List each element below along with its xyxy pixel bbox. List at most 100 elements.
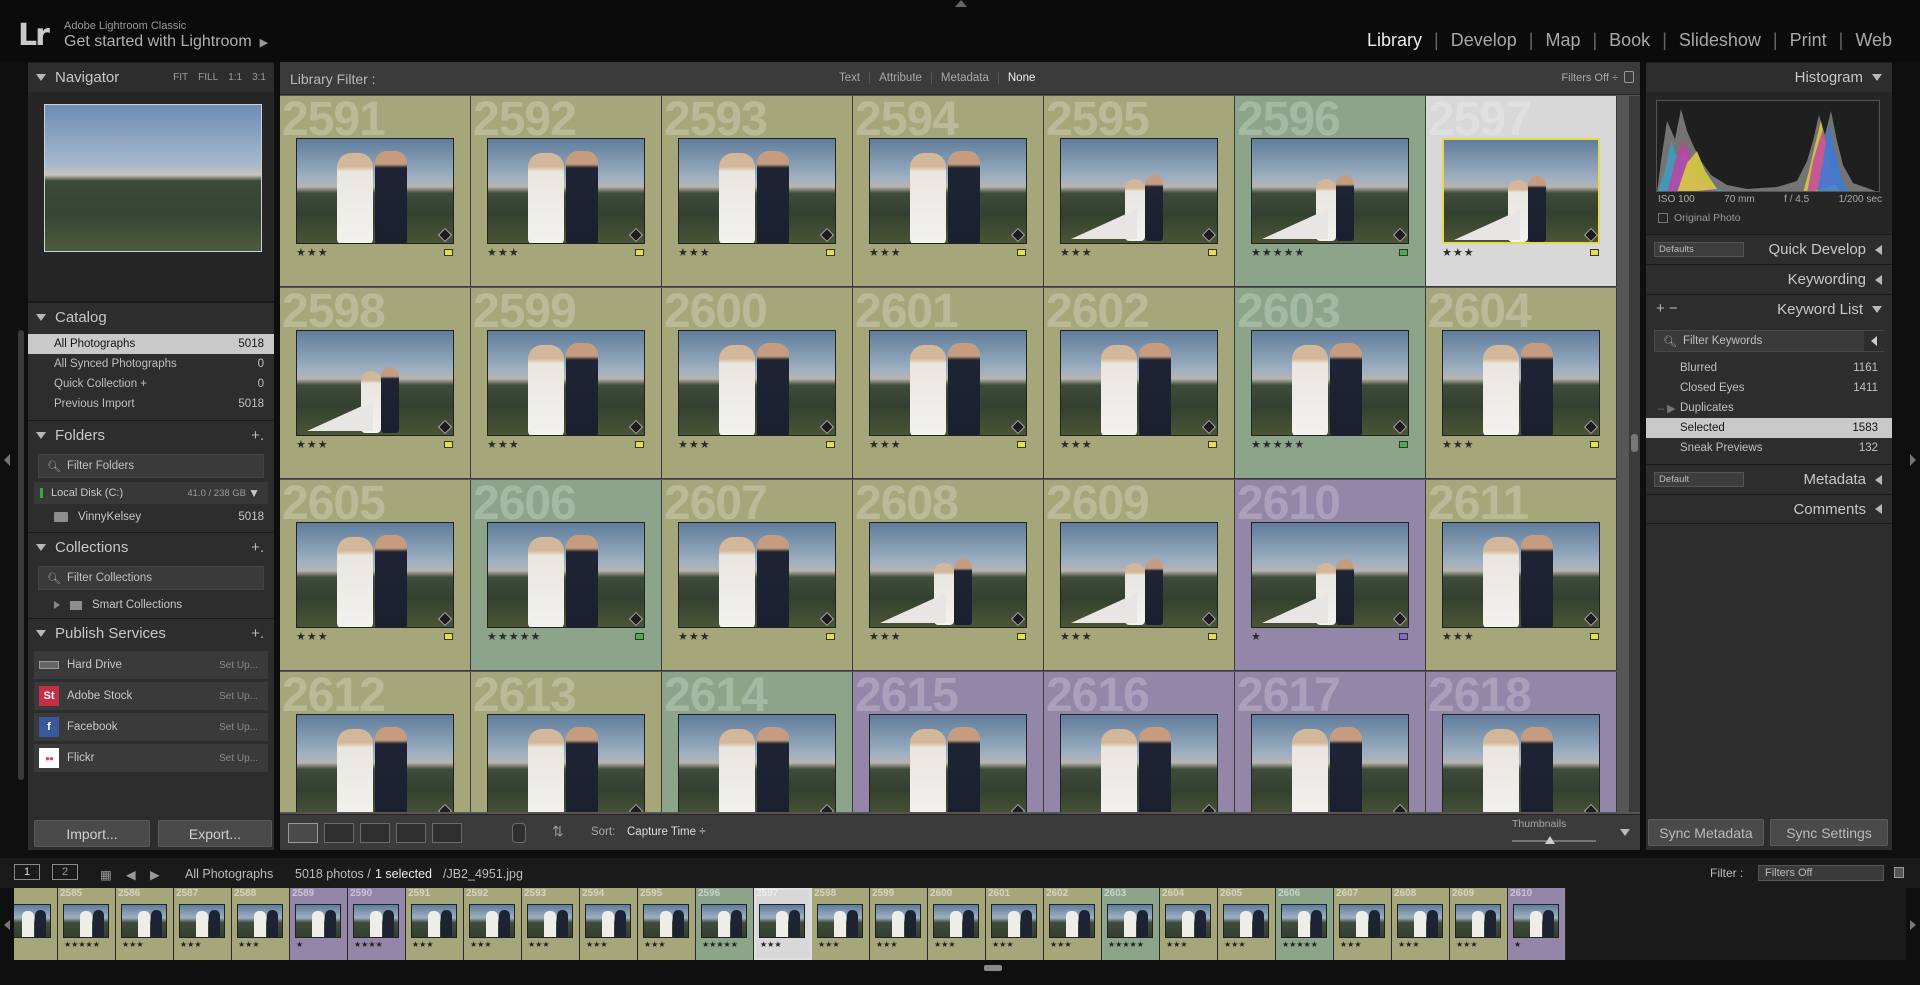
photo-thumbnail[interactable]: [1251, 714, 1409, 812]
filmstrip-cell[interactable]: 2586 ★★★: [116, 888, 174, 960]
original-photo-toggle[interactable]: Original Photo: [1658, 212, 1741, 224]
filmstrip-thumbnail[interactable]: [933, 904, 979, 938]
module-slideshow[interactable]: Slideshow: [1667, 30, 1773, 51]
catalog-header[interactable]: Catalog: [28, 302, 274, 332]
photo-thumbnail[interactable]: [487, 522, 645, 628]
histogram-header[interactable]: Histogram: [1646, 62, 1892, 92]
star-rating[interactable]: ★★★: [296, 246, 329, 259]
collection-item-smart-collections[interactable]: Smart Collections: [28, 594, 274, 616]
grid-cell[interactable]: 2607 ★★★: [662, 480, 853, 671]
filmstrip-thumbnail[interactable]: [121, 904, 167, 938]
catalog-item[interactable]: Quick Collection + 0: [28, 374, 274, 394]
grid-cell[interactable]: 2602 ★★★: [1044, 288, 1235, 479]
star-rating[interactable]: ★★★: [1442, 630, 1475, 643]
sync-metadata-button[interactable]: Sync Metadata: [1648, 819, 1764, 846]
grid-cell[interactable]: 2613: [471, 672, 662, 812]
photo-thumbnail[interactable]: [296, 522, 454, 628]
color-label-swatch[interactable]: [444, 633, 453, 640]
publish-setup-button[interactable]: Set Up...: [219, 753, 258, 764]
collapse-triangle-icon[interactable]: [36, 314, 46, 321]
collapse-triangle-icon[interactable]: [36, 544, 46, 551]
photo-thumbnail[interactable]: [678, 330, 836, 436]
grid-cell[interactable]: 2598 ★★★: [280, 288, 471, 479]
color-label-swatch[interactable]: [1208, 441, 1217, 448]
keyword-item[interactable]: ‒ ▶ Duplicates: [1646, 398, 1892, 418]
star-rating[interactable]: ★★★: [678, 246, 711, 259]
sync-settings-button[interactable]: Sync Settings: [1770, 819, 1888, 846]
collapse-triangle-icon[interactable]: [36, 432, 46, 439]
filter-folders-input[interactable]: 🔍︎ Filter Folders: [38, 454, 264, 478]
filmstrip-source[interactable]: All Photographs: [185, 867, 273, 881]
comments-header[interactable]: Comments: [1646, 494, 1892, 524]
grid-cell[interactable]: 2614: [662, 672, 853, 812]
filter-keywords-input[interactable]: 🔍︎ Filter Keywords: [1654, 330, 1884, 352]
keywording-header[interactable]: Keywording: [1646, 264, 1892, 294]
star-rating[interactable]: ★★★: [678, 630, 711, 643]
photo-thumbnail[interactable]: [1442, 522, 1600, 628]
color-label-swatch[interactable]: [826, 633, 835, 640]
filmstrip-cell[interactable]: 2599 ★★★: [870, 888, 928, 960]
grid-view-icon[interactable]: [288, 823, 318, 843]
color-label-swatch[interactable]: [826, 249, 835, 256]
filmstrip-thumbnail[interactable]: [1455, 904, 1501, 938]
photo-thumbnail[interactable]: [1442, 330, 1600, 436]
grid-cell[interactable]: 2609 ★★★: [1044, 480, 1235, 671]
keyword-item[interactable]: Sneak Previews 132: [1646, 438, 1892, 458]
expand-triangle-icon[interactable]: [1875, 504, 1882, 514]
collapse-triangle-icon[interactable]: [1872, 74, 1882, 81]
grid-cell[interactable]: 2594 ★★★: [853, 96, 1044, 287]
filmstrip-cell[interactable]: 2591 ★★★: [406, 888, 464, 960]
grid-cell[interactable]: 2595 ★★★: [1044, 96, 1235, 287]
filmstrip-thumbnail[interactable]: [1223, 904, 1269, 938]
color-label-swatch[interactable]: [1017, 249, 1026, 256]
filmstrip-thumbnail[interactable]: [469, 904, 515, 938]
star-rating[interactable]: ★★★: [1060, 630, 1093, 643]
publish-service-facebook[interactable]: f Facebook Set Up...: [34, 713, 268, 741]
filmstrip-cell[interactable]: 2597 ★★★: [754, 888, 812, 960]
filter-tab-metadata[interactable]: Metadata: [930, 72, 998, 84]
photo-thumbnail[interactable]: [1442, 138, 1600, 244]
grid-cell[interactable]: 2605 ★★★: [280, 480, 471, 671]
grid-cell[interactable]: 2606 ★★★★★: [471, 480, 662, 671]
toolbar-options-dropdown-icon[interactable]: [1620, 829, 1630, 836]
grid-cell[interactable]: 2616: [1044, 672, 1235, 812]
color-label-swatch[interactable]: [1399, 633, 1408, 640]
photo-thumbnail[interactable]: [1060, 714, 1218, 812]
grid-cell[interactable]: 2617: [1235, 672, 1426, 812]
navigator-image[interactable]: [44, 104, 262, 252]
people-view-icon[interactable]: [432, 823, 462, 843]
filmstrip-thumbnail[interactable]: [237, 904, 283, 938]
filmstrip-cell[interactable]: 2585 ★★★★★: [58, 888, 116, 960]
photo-thumbnail[interactable]: [487, 330, 645, 436]
filmstrip-thumbnail[interactable]: [1339, 904, 1385, 938]
filmstrip-scroll-thumb[interactable]: [984, 965, 1002, 971]
grid-cell[interactable]: 2608 ★★★: [853, 480, 1044, 671]
keyword-item[interactable]: Blurred 1161: [1646, 358, 1892, 378]
star-rating[interactable]: ★★★: [1442, 246, 1475, 259]
filmstrip-thumbnail[interactable]: [817, 904, 863, 938]
photo-thumbnail[interactable]: [1251, 330, 1409, 436]
add-folder-icon[interactable]: +.: [251, 427, 264, 444]
star-rating[interactable]: ★★★: [869, 438, 902, 451]
grid-cell[interactable]: 2597 ★★★: [1426, 96, 1617, 287]
filter-collections-input[interactable]: 🔍︎ Filter Collections: [38, 566, 264, 590]
navigator-header[interactable]: Navigator FIT FILL 1:1 3:1: [28, 62, 274, 92]
grid-cell[interactable]: 2615: [853, 672, 1044, 812]
filter-tab-text[interactable]: Text: [830, 72, 869, 84]
filmstrip-cell[interactable]: 2592 ★★★: [464, 888, 522, 960]
filmstrip-thumbnail[interactable]: [1107, 904, 1153, 938]
quick-develop-header[interactable]: Defaults Quick Develop: [1646, 234, 1892, 264]
photo-thumbnail[interactable]: [296, 714, 454, 812]
keyword-list-header[interactable]: + − Keyword List: [1646, 294, 1892, 324]
color-label-swatch[interactable]: [635, 249, 644, 256]
import-button[interactable]: Import...: [34, 820, 150, 847]
filmstrip-thumbnail[interactable]: [1397, 904, 1443, 938]
filmstrip-thumbnail[interactable]: [1513, 904, 1559, 938]
primary-window-button[interactable]: 1: [14, 864, 40, 880]
secondary-window-button[interactable]: 2: [52, 864, 78, 880]
module-library[interactable]: Library: [1355, 30, 1434, 51]
filmstrip-thumbnail[interactable]: [14, 904, 51, 938]
photo-thumbnail[interactable]: [487, 138, 645, 244]
grid-cell[interactable]: 2618: [1426, 672, 1617, 812]
export-button[interactable]: Export...: [158, 820, 272, 847]
